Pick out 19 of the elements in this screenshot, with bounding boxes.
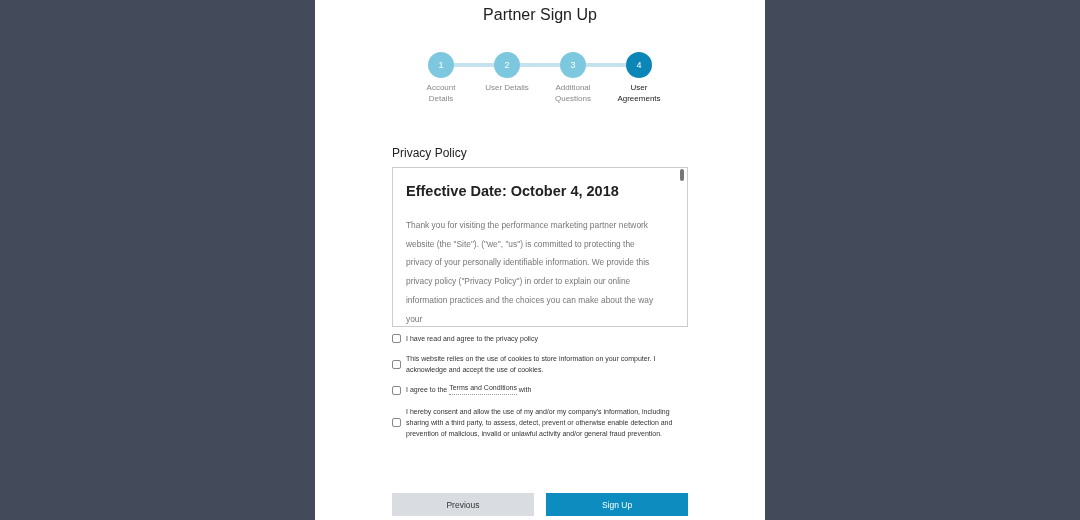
step-circle: 2 [494, 52, 520, 78]
sign-up-button[interactable]: Sign Up [546, 493, 688, 516]
page-title: Partner Sign Up [482, 6, 598, 24]
checkbox[interactable] [392, 386, 401, 395]
section-heading: Privacy Policy [392, 146, 468, 160]
step-label: User Details [484, 82, 530, 93]
effective-date-heading: Effective Date: October 4, 2018 [406, 182, 620, 200]
step-label: User Agreements [616, 82, 662, 104]
step-label: Additional Questions [554, 82, 592, 104]
policy-paragraph: Thank you for visiting the performance marketing partner network website (the "Site"). ("we", "us") is committed to protecting the privacy of your personally identifiable information. We provide this privacy policy ("Privacy Policy") in order to explain our online information practices and the choices you can make about the way your [406, 219, 655, 326]
step-circle: 1 [428, 52, 454, 78]
checkbox[interactable] [392, 418, 401, 427]
checkbox[interactable] [392, 334, 401, 343]
scrollbar-thumb[interactable] [680, 169, 684, 181]
step-circle: 3 [560, 52, 586, 78]
step-label: Account Details [425, 82, 457, 104]
previous-button[interactable]: Previous [392, 493, 534, 516]
step-circle: 4 [626, 52, 652, 78]
checkbox[interactable] [392, 359, 401, 369]
